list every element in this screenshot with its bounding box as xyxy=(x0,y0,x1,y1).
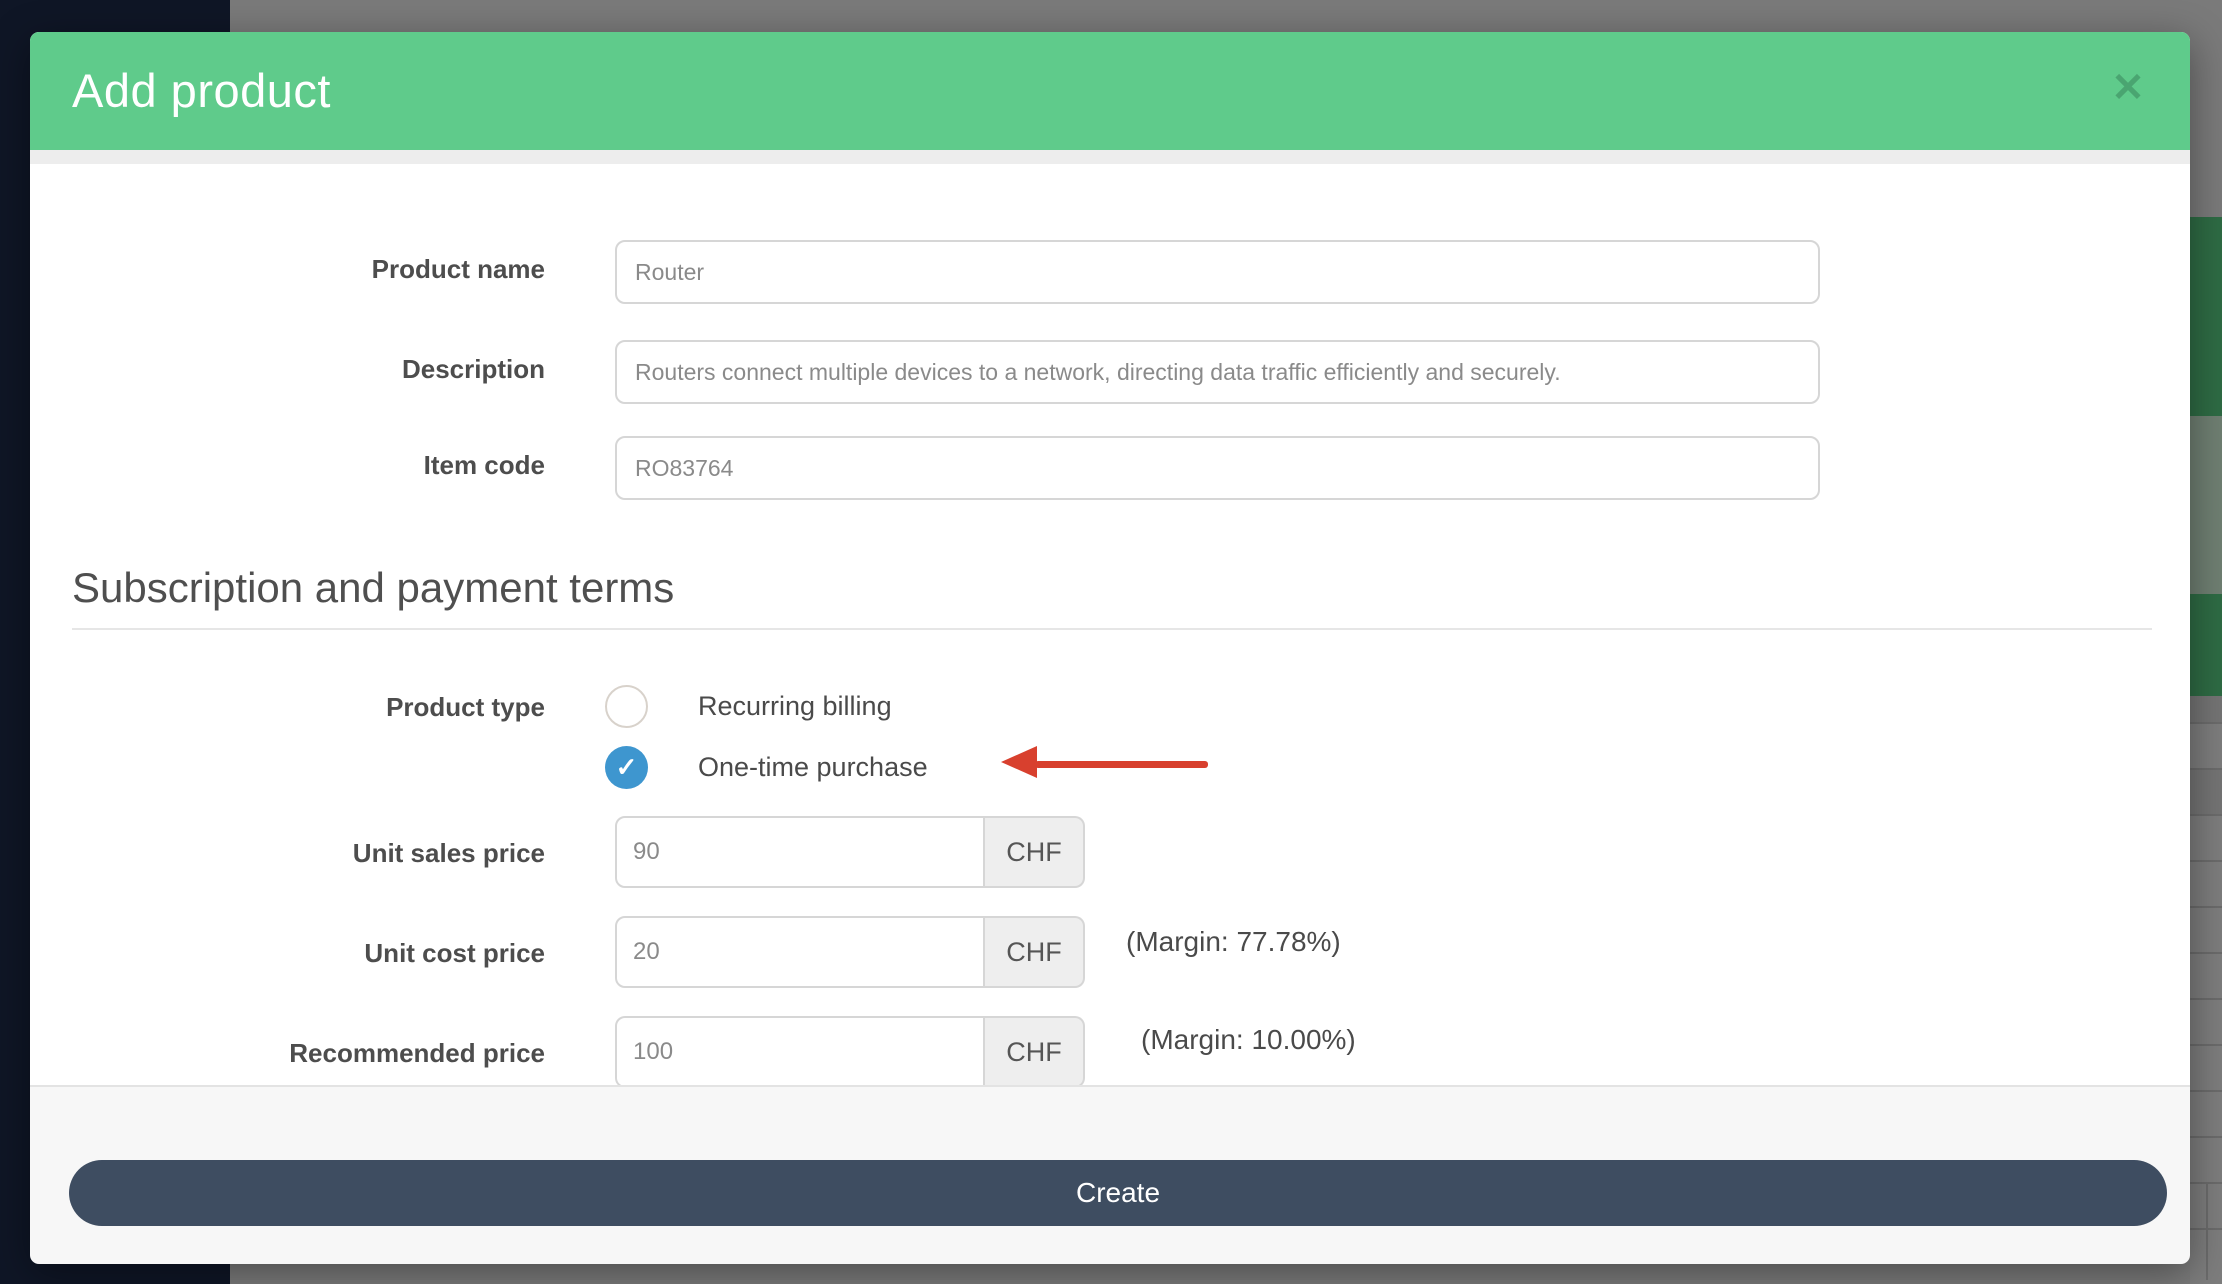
item-code-input[interactable] xyxy=(615,436,1820,500)
create-button[interactable]: Create xyxy=(69,1160,2167,1226)
check-icon: ✓ xyxy=(616,752,638,782)
modal-header: Add product ✕ xyxy=(30,32,2190,150)
radio-recurring-billing-label[interactable]: Recurring billing xyxy=(698,691,892,722)
backdrop-green-panel-2 xyxy=(2190,594,2222,696)
currency-addon: CHF xyxy=(985,816,1085,888)
header-divider-strip xyxy=(30,150,2190,164)
recommended-price-input[interactable] xyxy=(615,1016,985,1088)
product-name-label: Product name xyxy=(30,254,545,285)
red-arrow-annotation-head xyxy=(1001,746,1037,778)
red-arrow-annotation-line xyxy=(1035,761,1208,768)
item-code-label: Item code xyxy=(30,450,545,481)
currency-addon: CHF xyxy=(985,916,1085,988)
description-label: Description xyxy=(30,354,545,385)
modal-title: Add product xyxy=(72,32,331,150)
backdrop-green-panel xyxy=(2190,217,2222,416)
unit-cost-price-input[interactable] xyxy=(615,916,985,988)
product-name-input[interactable] xyxy=(615,240,1820,304)
currency-addon: CHF xyxy=(985,1016,1085,1088)
backdrop-chart-fragment xyxy=(2190,416,2222,594)
unit-cost-price-label: Unit cost price xyxy=(30,938,545,969)
recommended-price-group: CHF xyxy=(615,1016,1085,1088)
unit-cost-price-group: CHF xyxy=(615,916,1085,988)
product-type-label: Product type xyxy=(30,692,545,723)
modal-footer: Create xyxy=(30,1085,2190,1264)
recommended-price-label: Recommended price xyxy=(30,1038,545,1069)
section-divider xyxy=(72,628,2152,630)
unit-sales-price-group: CHF xyxy=(615,816,1085,888)
section-heading: Subscription and payment terms xyxy=(72,564,674,612)
description-input[interactable] xyxy=(615,340,1820,404)
unit-sales-price-input[interactable] xyxy=(615,816,985,888)
cost-margin-note: (Margin: 77.78%) xyxy=(1126,926,1341,958)
backdrop-table-fragment xyxy=(2190,696,2222,1284)
close-icon[interactable]: ✕ xyxy=(2100,60,2156,116)
unit-sales-price-label: Unit sales price xyxy=(30,838,545,869)
radio-recurring-billing[interactable] xyxy=(605,685,648,728)
recommended-margin-note: (Margin: 10.00%) xyxy=(1141,1024,1356,1056)
radio-one-time-purchase-label[interactable]: One-time purchase xyxy=(698,752,928,783)
radio-one-time-purchase[interactable]: ✓ xyxy=(605,746,648,789)
add-product-modal: Add product ✕ Product name Description I… xyxy=(30,32,2190,1262)
